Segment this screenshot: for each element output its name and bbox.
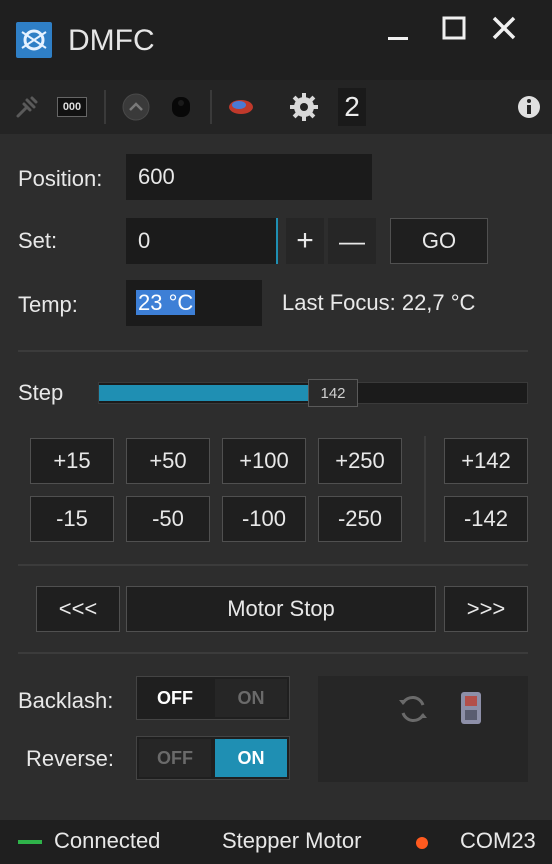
motor-stop-button[interactable]: Motor Stop bbox=[126, 586, 436, 632]
device-number[interactable]: 2 bbox=[338, 88, 366, 126]
motor-type: Stepper Motor bbox=[222, 828, 362, 853]
divider bbox=[18, 564, 528, 566]
reverse-on-option[interactable]: ON bbox=[215, 739, 287, 777]
step-divider bbox=[424, 436, 426, 542]
temp-field: 23 °C bbox=[126, 280, 262, 326]
info-icon[interactable] bbox=[514, 88, 544, 126]
step-minus-custom-button[interactable]: -142 bbox=[444, 496, 528, 542]
temp-value: 23 °C bbox=[136, 290, 196, 315]
sensor-icon[interactable] bbox=[164, 88, 198, 126]
step-label: Step bbox=[18, 380, 64, 405]
minimize-button[interactable] bbox=[372, 4, 424, 52]
toolbar: 000 bbox=[0, 80, 552, 134]
step-plus-100-button[interactable]: +100 bbox=[222, 438, 306, 484]
dmfc-window: DMFC 000 2 Position: 600 Set: 0 + — GO T… bbox=[0, 0, 552, 864]
aux-panel bbox=[318, 676, 528, 782]
set-label: Set: bbox=[18, 228, 58, 253]
reverse-toggle[interactable]: OFF ON bbox=[136, 736, 290, 780]
step-minus-15-button[interactable]: -15 bbox=[30, 496, 114, 542]
step-minus-50-button[interactable]: -50 bbox=[126, 496, 210, 542]
close-button[interactable] bbox=[478, 4, 530, 52]
set-increment-button[interactable]: + bbox=[286, 218, 324, 264]
divider bbox=[18, 652, 528, 654]
step-plus-15-button[interactable]: +15 bbox=[30, 438, 114, 484]
temp-label: Temp: bbox=[18, 292, 78, 317]
move-right-button[interactable]: >>> bbox=[444, 586, 528, 632]
reverse-label: Reverse: bbox=[26, 746, 115, 771]
status-bar: Connected Stepper Motor COM23 bbox=[0, 820, 552, 864]
backlash-off-option[interactable]: OFF bbox=[139, 679, 211, 717]
backlash-label: Backlash: bbox=[18, 688, 114, 713]
divider bbox=[18, 350, 528, 352]
device-io-icon[interactable]: 000 bbox=[54, 88, 90, 126]
move-left-button[interactable]: <<< bbox=[36, 586, 120, 632]
title-bar: DMFC bbox=[0, 0, 552, 80]
step-plus-250-button[interactable]: +250 bbox=[318, 438, 402, 484]
window-title: DMFC bbox=[68, 24, 155, 57]
gear-icon[interactable] bbox=[286, 88, 322, 126]
refresh-icon[interactable] bbox=[396, 692, 430, 731]
chevron-up-icon[interactable] bbox=[118, 88, 154, 126]
port-status-indicator bbox=[416, 837, 428, 849]
connected-indicator bbox=[18, 840, 42, 844]
step-minus-100-button[interactable]: -100 bbox=[222, 496, 306, 542]
set-input[interactable]: 0 bbox=[126, 218, 278, 264]
dmfc-logo-icon bbox=[16, 22, 52, 58]
maximize-button[interactable] bbox=[428, 4, 480, 52]
set-decrement-button[interactable]: — bbox=[328, 218, 376, 264]
step-plus-custom-button[interactable]: +142 bbox=[444, 438, 528, 484]
backlash-toggle[interactable]: OFF ON bbox=[136, 676, 290, 720]
backlash-on-option[interactable]: ON bbox=[215, 679, 287, 717]
com-port: COM23 bbox=[460, 828, 536, 853]
position-label: Position: bbox=[18, 166, 103, 191]
connection-status: Connected bbox=[54, 828, 161, 853]
temperature-probe-icon[interactable] bbox=[222, 88, 260, 126]
step-slider-fill bbox=[99, 385, 308, 401]
go-button[interactable]: GO bbox=[390, 218, 488, 264]
position-value: 600 bbox=[126, 154, 372, 200]
motor-icon[interactable] bbox=[456, 688, 486, 733]
last-focus-label: Last Focus: 22,7 °C bbox=[282, 290, 476, 315]
plug-icon[interactable] bbox=[10, 88, 44, 126]
reverse-off-option[interactable]: OFF bbox=[139, 739, 211, 777]
toolbar-separator bbox=[210, 90, 212, 124]
toolbar-separator bbox=[104, 90, 106, 124]
step-slider-thumb[interactable]: 142 bbox=[308, 379, 358, 407]
step-plus-50-button[interactable]: +50 bbox=[126, 438, 210, 484]
step-slider[interactable]: 142 bbox=[98, 379, 528, 407]
step-minus-250-button[interactable]: -250 bbox=[318, 496, 402, 542]
